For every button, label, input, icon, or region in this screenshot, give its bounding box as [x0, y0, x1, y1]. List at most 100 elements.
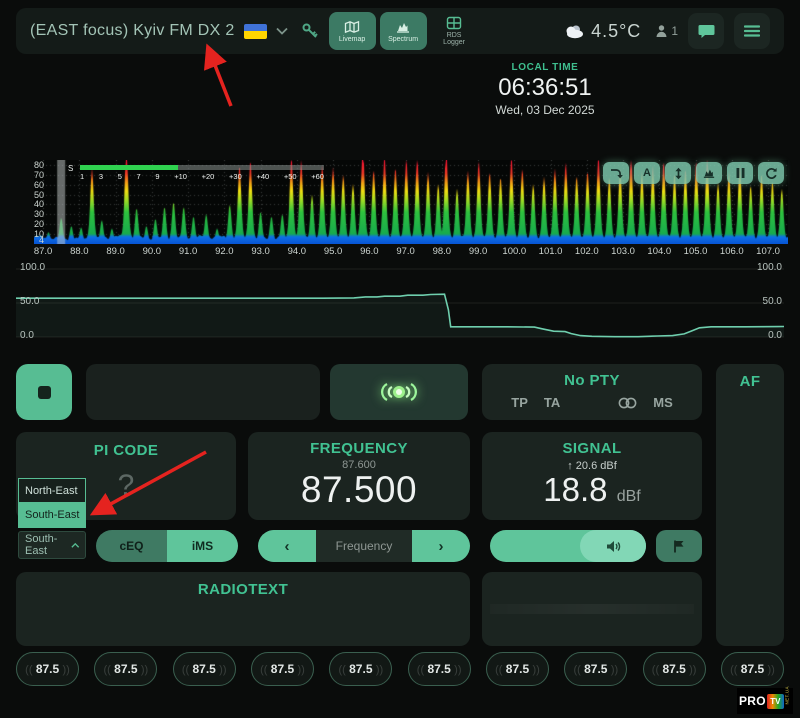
broadcast-button[interactable]	[330, 364, 468, 420]
ims-button[interactable]: iMS	[167, 530, 238, 562]
frequency-title: FREQUENCY	[248, 440, 470, 457]
refresh-button[interactable]	[758, 162, 784, 184]
autoscale-button[interactable]	[665, 162, 691, 184]
s-meter-tick: +50	[284, 172, 297, 181]
preset-ring-icon: ((	[495, 664, 502, 676]
spectrum-button[interactable]: Spectrum	[380, 12, 427, 50]
chevron-down-icon	[276, 27, 288, 35]
spectrum-xtick: 103.0	[607, 246, 639, 257]
chat-button[interactable]	[688, 13, 724, 49]
volume-slider[interactable]	[490, 530, 646, 562]
signal-ytick-right: 100.0	[748, 262, 782, 273]
arrow-turn-down-button[interactable]	[603, 162, 629, 184]
stop-icon	[38, 386, 51, 399]
auto-button[interactable]: A	[634, 162, 660, 184]
protv-pro-text: PRO	[739, 694, 766, 708]
frequency-value: 87.500	[248, 471, 470, 510]
local-time-value: 06:36:51	[455, 74, 635, 102]
pause-button[interactable]	[727, 162, 753, 184]
preset-ring-icon: ))	[141, 664, 148, 676]
spectrum-xtick: 104.0	[643, 246, 675, 257]
preset-button[interactable]: (( 87.5 ))	[329, 652, 392, 686]
rds-flags: TP TA MS	[482, 395, 702, 410]
station-name-panel	[86, 364, 320, 420]
stepper-label: Frequency	[316, 530, 412, 562]
preset-button[interactable]: (( 87.5 ))	[94, 652, 157, 686]
spectrum-xtick: 98.0	[426, 246, 458, 257]
preset-ring-icon: ))	[63, 664, 70, 676]
ceq-button[interactable]: cEQ	[96, 530, 167, 562]
step-up-button[interactable]: ›	[412, 530, 470, 562]
af-panel: AF	[716, 364, 784, 646]
temperature-value: 4.5°C	[591, 21, 641, 42]
volume-thumb[interactable]	[580, 530, 646, 562]
signal-value: 18.8 dBf	[482, 472, 702, 508]
spectrum-xtick: 99.0	[462, 246, 494, 257]
pty-value: No PTY	[482, 372, 702, 389]
preset-button[interactable]: (( 87.5 ))	[486, 652, 549, 686]
ta-flag: TA	[544, 395, 560, 410]
rds-logger-button[interactable]: RDS Logger	[431, 12, 478, 50]
preset-button[interactable]: (( 87.5 ))	[564, 652, 627, 686]
panel-divider	[490, 604, 694, 614]
preset-button[interactable]: (( 87.5 ))	[173, 652, 236, 686]
flag-button[interactable]	[656, 530, 702, 562]
af-title: AF	[716, 373, 784, 390]
antenna-option-north-east[interactable]: North-East	[18, 478, 86, 503]
preset-frequency: 87.5	[502, 662, 532, 676]
livemap-button[interactable]: Livemap	[329, 12, 376, 50]
preset-button[interactable]: (( 87.5 ))	[643, 652, 706, 686]
antenna-select[interactable]: South-East	[18, 531, 86, 559]
spectrum-ytick: 20	[28, 219, 44, 229]
preset-button[interactable]: (( 87.5 ))	[16, 652, 79, 686]
server-select[interactable]: (EAST focus) Kyiv FM DX 2	[30, 22, 288, 40]
preset-button[interactable]: (( 87.5 ))	[251, 652, 314, 686]
spectrum-xtick: 107.0	[752, 246, 784, 257]
signal-number: 18.8	[543, 471, 607, 508]
admin-key-icon[interactable]	[301, 22, 319, 40]
preset-frequency: 87.5	[111, 662, 141, 676]
preset-ring-icon: ))	[532, 664, 539, 676]
preset-frequency: 87.5	[189, 662, 219, 676]
server-title: (EAST focus) Kyiv FM DX 2	[30, 22, 235, 40]
preset-frequency: 87.5	[659, 662, 689, 676]
radiotext-title: RADIOTEXT	[16, 581, 470, 598]
stop-button[interactable]	[16, 364, 72, 420]
graph-mode-button[interactable]	[696, 162, 722, 184]
preset-ring-icon: ))	[454, 664, 461, 676]
menu-button[interactable]	[734, 13, 770, 49]
signal-ytick-left: 50.0	[20, 296, 54, 307]
header-bar: (EAST focus) Kyiv FM DX 2 Livemap Spectr…	[16, 8, 784, 54]
antenna-selected-value: South-East	[25, 533, 71, 557]
listeners-count: 1	[671, 24, 678, 38]
signal-svg	[16, 260, 784, 348]
step-down-button[interactable]: ‹	[258, 530, 316, 562]
s-meter-bar	[80, 165, 324, 170]
stereo-icon	[618, 397, 637, 409]
preset-ring-icon: ((	[652, 664, 659, 676]
s-meter-fill	[80, 165, 178, 170]
spectrum-xtick: 106.0	[716, 246, 748, 257]
preset-frequency: 87.5	[424, 662, 454, 676]
preset-frequency: 87.5	[737, 662, 767, 676]
ukraine-flag-icon	[244, 24, 267, 39]
spectrum-label: Spectrum	[388, 36, 418, 43]
preset-button[interactable]: (( 87.5 ))	[408, 652, 471, 686]
preset-ring-icon: ((	[103, 664, 110, 676]
preset-button[interactable]: (( 87.5 ))	[721, 652, 784, 686]
antenna-option-south-east[interactable]: South-East	[18, 503, 86, 528]
s-meter-tick: 9	[155, 172, 159, 181]
fm-dx-app: (EAST focus) Kyiv FM DX 2 Livemap Spectr…	[0, 0, 800, 718]
spectrum-xtick: 100.0	[498, 246, 530, 257]
s-meter-tick: +60	[311, 172, 324, 181]
chat-bubble-icon	[698, 23, 715, 39]
tp-flag: TP	[511, 395, 528, 410]
ms-flag: MS	[653, 395, 673, 410]
preset-frequency: 87.5	[32, 662, 62, 676]
preset-ring-icon: ((	[417, 664, 424, 676]
map-icon	[344, 20, 360, 34]
spectrum-xtick: 91.0	[172, 246, 204, 257]
preset-frequency: 87.5	[581, 662, 611, 676]
s-meter-tick: 7	[137, 172, 141, 181]
spectrum-xtick: 102.0	[571, 246, 603, 257]
